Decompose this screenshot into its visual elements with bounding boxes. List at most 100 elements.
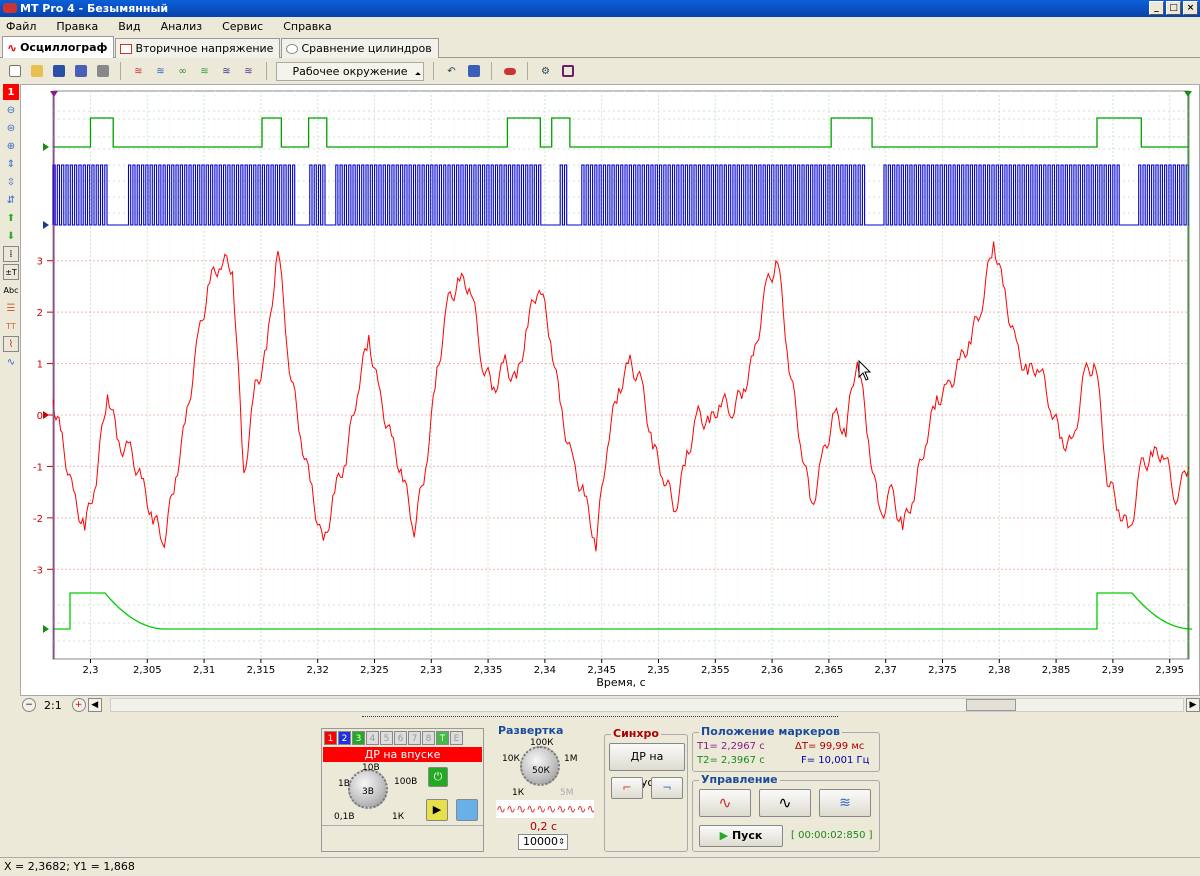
points-spinner[interactable]: 10000 ⇕ (518, 834, 568, 850)
menu-view[interactable]: Вид (118, 20, 140, 33)
zoom-plus-icon[interactable]: + (71, 698, 86, 712)
wave-add-icon[interactable]: ≋ (196, 63, 213, 80)
channel-tab-6[interactable]: 6 (394, 731, 407, 745)
single-mode-button[interactable]: ∿ (699, 789, 751, 817)
list-icon[interactable]: ☰ (3, 300, 19, 316)
channel-tab-1[interactable]: 1 (324, 731, 337, 745)
channel-zero-marker (43, 143, 49, 151)
knob-label-1k: 1К (392, 812, 405, 822)
wave-compare-icon[interactable]: ≋ (218, 63, 235, 80)
x-tick-label: 2,36 (761, 665, 783, 676)
minimize-button[interactable]: _ (1149, 1, 1164, 15)
sweep-label-1k: 1К (512, 788, 525, 798)
save-as-icon[interactable] (72, 63, 89, 80)
open-folder-icon[interactable] (28, 63, 45, 80)
channel-tab-4[interactable]: 4 (366, 731, 379, 745)
menu-service[interactable]: Сервис (222, 20, 263, 33)
sync-falling-edge-button[interactable]: ¬ (651, 777, 683, 799)
chart-view-icon[interactable]: ⌇ (3, 336, 19, 352)
control-group: Управление ∿ ∿ ≋ ▶ Пуск [ 00:00:02:850 ] (692, 773, 880, 852)
undo-icon[interactable]: ↶ (443, 63, 460, 80)
horizontal-scrollbar[interactable] (110, 698, 1184, 712)
window-title: MT Pro 4 - Безымянный (20, 2, 169, 15)
markers-icon[interactable]: ⁞ (3, 246, 19, 262)
labels-icon[interactable]: Abc (3, 282, 19, 298)
y-tick-label: -2 (33, 514, 43, 525)
expand-vertical-icon[interactable]: ⇕ (3, 156, 19, 172)
channel-tab-7[interactable]: 7 (408, 731, 421, 745)
measure-icon[interactable]: ±T (3, 264, 19, 280)
wave-remove-icon[interactable]: ≋ (240, 63, 257, 80)
zoom-reset-icon[interactable]: ⊜ (3, 120, 19, 136)
print-icon[interactable] (94, 63, 111, 80)
zoom-minus-icon[interactable]: − (22, 698, 36, 712)
x-tick-label: 2,37 (875, 665, 897, 676)
save-env-icon[interactable] (465, 63, 482, 80)
zoom-level[interactable]: 2:1 (44, 699, 62, 712)
channel-tab-8[interactable]: 8 (422, 731, 435, 745)
settings-icon[interactable]: ⚙ (537, 63, 554, 80)
close-button[interactable]: × (1183, 1, 1198, 15)
tab-secondary-voltage[interactable]: Вторичное напряжение (115, 38, 281, 58)
scroll-right-icon[interactable]: ▶ (1186, 698, 1200, 712)
oscillogram-svg[interactable]: 2,3 2,305 2,31 2,315 2,32 2,325 2,33 2,335 2,34 2… (21, 85, 1199, 695)
channel-tab-2[interactable]: 2 (338, 731, 351, 745)
x-axis-label: Время, с (596, 676, 645, 689)
shrink-vertical-icon[interactable]: ⇵ (3, 192, 19, 208)
waves-icon[interactable]: ≋ (130, 63, 147, 80)
chart-line-icon[interactable]: ∿ (3, 354, 19, 370)
play-channel-button[interactable]: ▶ (426, 799, 448, 821)
zoom-out-icon[interactable]: ⊖ (3, 102, 19, 118)
control-area (0, 714, 1200, 860)
menu-bar: Файл Правка Вид Анализ Сервис Справка (0, 17, 1200, 36)
panel-splitter[interactable] (362, 716, 838, 722)
scroll-thumb[interactable] (966, 699, 1016, 711)
menu-edit[interactable]: Правка (56, 20, 98, 33)
menu-help[interactable]: Справка (283, 20, 331, 33)
y-tick-label: 0 (37, 411, 43, 422)
tab-oscilloscope[interactable]: ∿ Осциллограф (2, 36, 115, 58)
y-tick-label: -3 (33, 565, 43, 576)
continuous-mode-button[interactable]: ∿ (759, 789, 811, 817)
text-size-icon[interactable]: TT (3, 318, 19, 334)
sync-source-dropdown[interactable]: ДР на впуске (609, 743, 685, 789)
menu-analysis[interactable]: Анализ (161, 20, 203, 33)
run-button[interactable]: ▶ Пуск (699, 825, 783, 847)
maximize-button[interactable]: □ (1166, 1, 1181, 15)
menu-file[interactable]: Файл (6, 20, 36, 33)
tab-cylinder-comparison[interactable]: Сравнение цилиндров (281, 38, 439, 58)
fit-vertical-icon[interactable]: ⇳ (3, 174, 19, 190)
zoom-in-icon[interactable]: ⊕ (3, 138, 19, 154)
x-tick-label: 2,395 (1155, 665, 1184, 676)
x-tick-label: 2,305 (133, 665, 162, 676)
new-file-icon[interactable] (6, 63, 23, 80)
wave-mix-icon[interactable]: ∞ (174, 63, 191, 80)
move-down-icon[interactable]: ⬇ (3, 228, 19, 244)
tab-label: Вторичное напряжение (135, 42, 274, 55)
channel-tab-t[interactable]: T (436, 731, 449, 745)
channel-tab-5[interactable]: 5 (380, 731, 393, 745)
secondary-voltage-icon (120, 43, 133, 54)
channel-tab-e[interactable]: E (450, 731, 463, 745)
marker-t1: T1= 2,2967 с (697, 741, 765, 752)
sweep-label-5m: 5М (560, 788, 574, 798)
car-icon[interactable] (501, 63, 518, 80)
oscillogram-plot[interactable]: 2,3 2,305 2,31 2,315 2,32 2,325 2,33 2,335 2,34 2… (20, 84, 1200, 696)
channel-selector-badge[interactable]: 1 (3, 84, 19, 100)
scroll-left-icon[interactable]: ◀ (87, 698, 102, 712)
move-up-icon[interactable]: ⬆ (3, 210, 19, 226)
save-icon[interactable] (50, 63, 67, 80)
plot-scroll-row: − 2:1 + ◀ ▶ (20, 697, 1200, 713)
waves-multi-icon[interactable]: ≋ (152, 63, 169, 80)
environment-dropdown[interactable]: Рабочее окружение (276, 61, 424, 81)
grid-icon[interactable] (559, 63, 576, 80)
recorder-mode-button[interactable]: ≋ (819, 789, 871, 817)
spinner-arrows-icon[interactable]: ⇕ (558, 835, 565, 849)
power-button[interactable]: ⏻ (428, 767, 448, 787)
x-tick-label: 2,365 (815, 665, 844, 676)
channel-tab-3[interactable]: 3 (352, 731, 365, 745)
x-tick-label: 2,335 (474, 665, 503, 676)
sync-rising-edge-button[interactable]: ⌐ (611, 777, 643, 799)
x-tick-label: 2,34 (534, 665, 556, 676)
calculator-button[interactable] (456, 799, 478, 821)
